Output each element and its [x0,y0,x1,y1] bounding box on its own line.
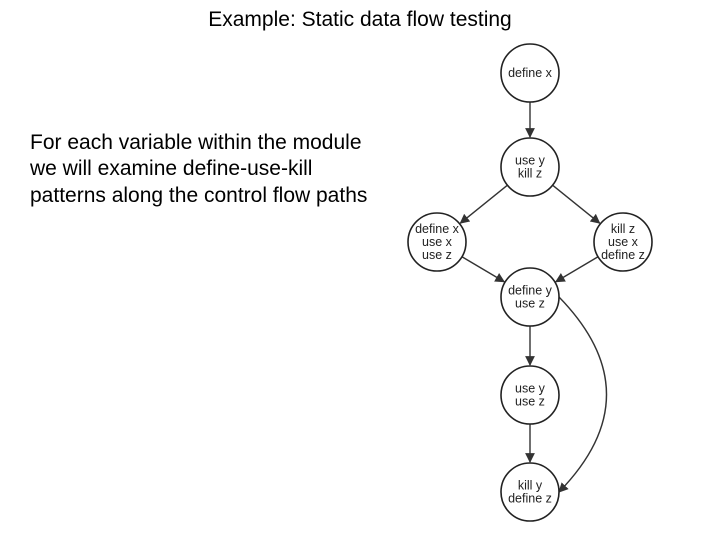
node-label: use x [422,235,453,249]
edge-n5-n7 [559,297,607,492]
node-n6: use yuse z [501,366,559,424]
node-label: kill z [518,167,542,181]
node-label: define y [508,284,553,298]
node-label: use z [422,248,452,262]
node-label: define x [508,66,553,80]
node-label: use y [515,382,546,396]
node-n4: kill zuse xdefine z [594,213,652,271]
node-label: define z [601,248,645,262]
node-n1: define x [501,44,559,102]
node-n3: define xuse xuse z [408,213,466,271]
edge-n2-n3 [460,185,507,223]
node-label: use y [515,154,546,168]
flow-diagram: define xuse ykill zdefine xuse xuse zkil… [0,0,720,540]
node-label: use z [515,395,545,409]
node-label: use z [515,297,545,311]
node-n7: kill ydefine z [501,463,559,521]
node-label: kill z [611,222,635,236]
node-label: use x [608,235,639,249]
node-label: kill y [518,479,543,493]
node-label: define z [508,492,552,506]
node-n5: define yuse z [501,268,559,326]
node-n2: use ykill z [501,138,559,196]
edge-n4-n5 [556,257,598,282]
edge-n3-n5 [462,257,504,282]
node-label: define x [415,222,460,236]
edge-n2-n4 [553,185,600,223]
